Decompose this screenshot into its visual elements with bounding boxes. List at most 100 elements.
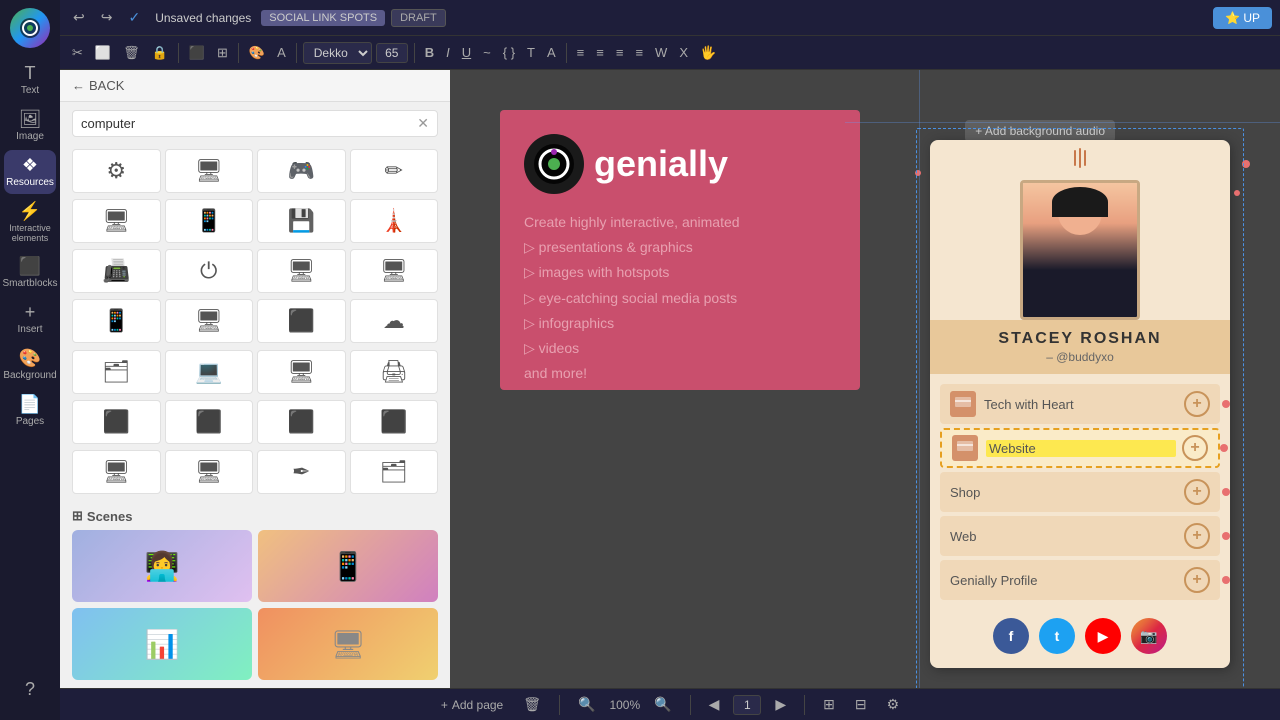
sidebar-item-pages[interactable]: 📄 Pages [4, 389, 56, 433]
youtube-button[interactable]: ▶ [1085, 618, 1121, 654]
align-left-button[interactable]: ≡ [573, 42, 589, 63]
link-plus-4[interactable]: + [1184, 567, 1210, 593]
icon-cell-8[interactable]: 📠 [72, 249, 161, 293]
add-background-audio-button[interactable]: + Add background audio [965, 120, 1115, 142]
icon-cell-14[interactable]: ⬛ [257, 299, 346, 343]
hand-button[interactable]: 🖐 [696, 42, 720, 64]
copy-button[interactable]: ⬜ [91, 42, 115, 64]
icon-cell-25[interactable]: 🖥 [165, 450, 254, 494]
link-item-4[interactable]: Genially Profile + [940, 560, 1220, 600]
align-center-button[interactable]: ≡ [592, 42, 608, 63]
subscript-button[interactable]: W [651, 42, 671, 63]
page-number-input[interactable] [733, 695, 761, 715]
zoom-in-button[interactable]: 🔍 [648, 693, 677, 716]
icon-cell-27[interactable]: 🗂 [350, 450, 439, 494]
add-page-button[interactable]: + Add page [435, 695, 509, 715]
scene-thumb-2[interactable]: 📱 [258, 530, 438, 602]
sidebar-item-text[interactable]: T Text [4, 58, 56, 102]
italic-button[interactable]: I [442, 42, 454, 63]
sidebar-item-interactive[interactable]: ⚡ Interactive elements [4, 196, 56, 249]
icon-cell-0[interactable]: ⚙ [72, 149, 161, 193]
underline-button[interactable]: U [458, 42, 475, 63]
instagram-button[interactable]: 📷 [1131, 618, 1167, 654]
zoom-out-button[interactable]: 🔍 [572, 693, 601, 716]
search-clear-button[interactable]: ✕ [417, 115, 429, 132]
link-item-3[interactable]: Web + [940, 516, 1220, 556]
sidebar-item-smartblocks[interactable]: ⬛ Smartblocks [4, 251, 56, 295]
icon-cell-9[interactable]: ⏻ [165, 249, 254, 293]
icon-cell-22[interactable]: ⬛ [257, 400, 346, 444]
prev-page-button[interactable]: ◀ [703, 693, 726, 716]
link-item-2[interactable]: Shop + [940, 472, 1220, 512]
grid-button[interactable]: ⊞ [213, 42, 232, 64]
code-button[interactable]: { } [499, 42, 519, 63]
icon-cell-5[interactable]: 📱 [165, 199, 254, 243]
link-item-0[interactable]: Tech with Heart + [940, 384, 1220, 424]
social-link-card[interactable]: STACEY ROSHAN – @buddyxo Tech with Heart… [930, 140, 1230, 668]
back-link[interactable]: ← BACK [72, 78, 124, 93]
icon-cell-6[interactable]: 💾 [257, 199, 346, 243]
text-style-button[interactable]: T [523, 42, 539, 63]
link-item-1[interactable]: Website + [940, 428, 1220, 468]
icon-cell-7[interactable]: 🗼 [350, 199, 439, 243]
sidebar-item-insert[interactable]: + Insert [4, 297, 56, 341]
icon-cell-26[interactable]: ✒ [257, 450, 346, 494]
delete-page-button[interactable]: 🗑 [517, 693, 547, 716]
text-color-button[interactable]: A [273, 42, 290, 63]
up-button[interactable]: ⭐ UP [1213, 7, 1272, 29]
icon-cell-12[interactable]: 📱 [72, 299, 161, 343]
scene-thumb-4[interactable]: 🖥 [258, 608, 438, 680]
icon-cell-10[interactable]: 🖥 [257, 249, 346, 293]
sidebar-item-help[interactable]: ? [4, 674, 56, 704]
sidebar-item-image[interactable]: 🖼 Image [4, 104, 56, 148]
canvas-area[interactable]: genially Create highly interactive, anim… [450, 70, 1280, 688]
font-color-button[interactable]: A [543, 42, 560, 63]
scene-thumb-1[interactable]: 👩‍💻 [72, 530, 252, 602]
align-right-button[interactable]: ≡ [612, 42, 628, 63]
strikethrough-button[interactable]: ~ [479, 42, 495, 63]
justify-button[interactable]: ≡ [631, 42, 647, 63]
link-text-1[interactable]: Website [986, 440, 1176, 457]
logo-button[interactable] [10, 8, 50, 48]
settings-button[interactable]: ⚙ [881, 693, 906, 716]
checkbox-button[interactable]: ✓ [123, 6, 145, 29]
facebook-button[interactable]: f [993, 618, 1029, 654]
link-plus-3[interactable]: + [1184, 523, 1210, 549]
color-button[interactable]: 🎨 [245, 42, 269, 64]
icon-cell-17[interactable]: 💻 [165, 350, 254, 394]
icon-cell-24[interactable]: 🖥 [72, 450, 161, 494]
sidebar-item-background[interactable]: 🎨 Background [4, 343, 56, 387]
cut-button[interactable]: ✂ [68, 42, 87, 64]
delete-button[interactable]: 🗑 [119, 42, 144, 64]
bold-button[interactable]: B [421, 42, 438, 63]
layout-button[interactable]: ⊟ [849, 693, 873, 716]
font-select[interactable]: Dekko [303, 42, 372, 64]
icon-cell-13[interactable]: 🖥 [165, 299, 254, 343]
superscript-button[interactable]: X [675, 42, 692, 63]
icon-cell-15[interactable]: ☁ [350, 299, 439, 343]
icon-cell-19[interactable]: 🖨 [350, 350, 439, 394]
scene-thumb-3[interactable]: 📊 [72, 608, 252, 680]
icon-cell-18[interactable]: 🖥 [257, 350, 346, 394]
icon-cell-23[interactable]: ⬛ [350, 400, 439, 444]
twitter-button[interactable]: t [1039, 618, 1075, 654]
layer-button[interactable]: ⬛ [185, 42, 209, 64]
icon-cell-16[interactable]: 🗂 [72, 350, 161, 394]
icon-cell-21[interactable]: ⬛ [165, 400, 254, 444]
icon-cell-11[interactable]: 🖥 [350, 249, 439, 293]
icon-cell-2[interactable]: 🎮 [257, 149, 346, 193]
icon-cell-20[interactable]: ⬛ [72, 400, 161, 444]
lock-button[interactable]: 🔒 [148, 42, 172, 64]
sidebar-item-resources[interactable]: ❖ Resources [4, 150, 56, 194]
link-plus-1[interactable]: + [1182, 435, 1208, 461]
search-input[interactable] [81, 116, 413, 131]
icon-cell-4[interactable]: 🖥 [72, 199, 161, 243]
genially-card[interactable]: genially Create highly interactive, anim… [500, 110, 860, 390]
undo-button[interactable]: ↩ [68, 6, 90, 29]
fit-button[interactable]: ⊞ [817, 693, 841, 716]
next-page-button[interactable]: ▶ [769, 693, 792, 716]
icon-cell-3[interactable]: ✏ [350, 149, 439, 193]
icon-cell-1[interactable]: 🖥 [165, 149, 254, 193]
link-plus-0[interactable]: + [1184, 391, 1210, 417]
link-plus-2[interactable]: + [1184, 479, 1210, 505]
